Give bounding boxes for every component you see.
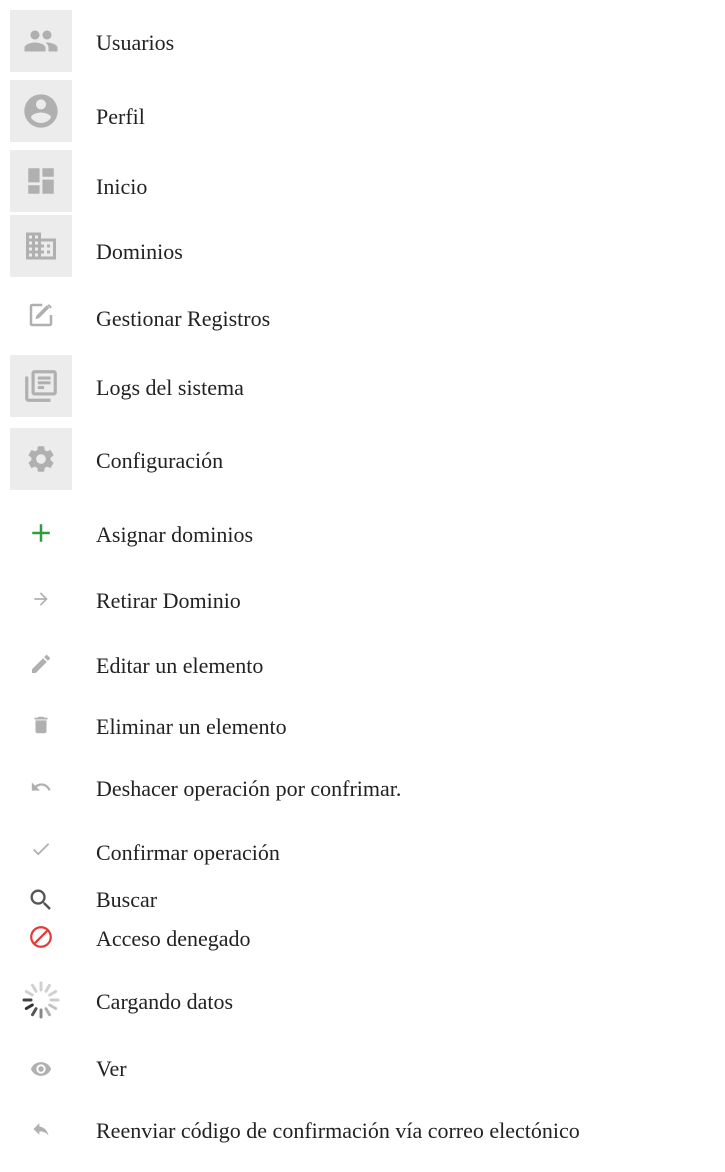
legend-label: Retirar Dominio [96, 588, 241, 613]
library-books-icon [10, 355, 72, 417]
legend-item-gestionar-registros: Gestionar Registros [0, 288, 725, 348]
legend-label: Eliminar un elemento [96, 714, 287, 739]
legend-label: Asignar dominios [96, 522, 254, 547]
legend-label: Deshacer operación por confrimar. [96, 776, 402, 801]
legend-item-perfil: Perfil [0, 80, 725, 142]
legend-item-asignar-dominios: Asignar dominios [0, 506, 725, 566]
trash-icon [14, 698, 68, 752]
undo-icon [14, 760, 68, 814]
gear-icon [10, 428, 72, 490]
legend-label: Dominios [96, 239, 183, 264]
pencil-icon [14, 637, 68, 691]
legend-label: Usuarios [96, 30, 175, 55]
legend-item-dominios: Dominios [0, 215, 725, 277]
legend-label: Confirmar operación [96, 840, 280, 865]
legend-item-inicio: Inicio [0, 150, 725, 212]
check-icon [14, 822, 68, 876]
legend-label: Gestionar Registros [96, 306, 271, 331]
legend-label: Buscar [96, 887, 158, 912]
block-icon [14, 910, 68, 964]
legend-label: Perfil [96, 104, 145, 129]
eye-icon [14, 1042, 68, 1096]
legend-label: Acceso denegado [96, 926, 251, 951]
dashboard-icon [10, 150, 72, 212]
legend-label: Configuración [96, 448, 224, 473]
arrow-right-icon [14, 572, 68, 626]
legend-item-usuarios: Usuarios [0, 10, 725, 72]
account-circle-icon [10, 80, 72, 142]
legend-label: Cargando datos [96, 989, 234, 1014]
legend-label: Ver [96, 1056, 127, 1081]
domain-icon [10, 215, 72, 277]
legend-label: Editar un elemento [96, 653, 264, 678]
reply-icon [14, 1102, 68, 1156]
legend-item-logs: Logs del sistema [0, 355, 725, 417]
legend-item-configuracion: Configuración [0, 428, 725, 490]
legend-item-retirar-dominio: Retirar Dominio [0, 572, 725, 632]
spinner-icon [14, 973, 68, 1027]
legend-label: Logs del sistema [96, 375, 244, 400]
legend-item-acceso-denegado: Acceso denegado [0, 910, 725, 970]
legend-item-eliminar: Eliminar un elemento [0, 698, 725, 758]
legend-item-deshacer: Deshacer operación por confrimar. [0, 760, 725, 820]
legend-item-ver: Ver [0, 1042, 725, 1102]
edit-note-icon [14, 288, 68, 342]
legend-item-cargando: Cargando datos [0, 973, 725, 1033]
legend-item-reenviar: Reenviar código de confirmación vía corr… [0, 1102, 725, 1162]
people-icon [10, 10, 72, 72]
legend-label: Inicio [96, 174, 148, 199]
plus-icon [14, 506, 68, 560]
legend-label: Reenviar código de confirmación vía corr… [96, 1118, 580, 1143]
legend-item-editar: Editar un elemento [0, 637, 725, 697]
